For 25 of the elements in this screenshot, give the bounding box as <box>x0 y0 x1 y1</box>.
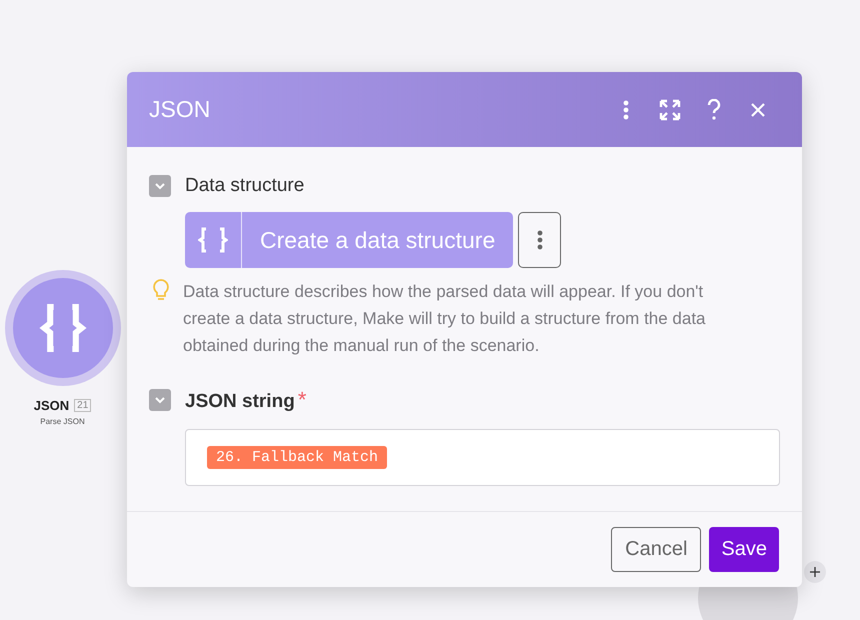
module-subtitle: Parse JSON <box>40 417 85 426</box>
more-icon <box>623 100 629 120</box>
module-title: JSON <box>34 398 70 413</box>
add-button[interactable] <box>804 561 826 583</box>
dialog-title: JSON <box>149 96 212 123</box>
close-icon <box>750 102 766 118</box>
braces-icon <box>198 227 228 253</box>
cancel-button[interactable]: Cancel <box>611 527 702 572</box>
section-label: Data structure <box>185 175 304 197</box>
collapse-toggle[interactable] <box>149 175 171 197</box>
more-icon <box>536 230 543 250</box>
help-icon <box>707 98 721 120</box>
save-button[interactable]: Save <box>709 527 779 572</box>
collapse-toggle[interactable] <box>149 389 171 411</box>
plus-icon <box>810 567 820 577</box>
expand-icon <box>659 98 681 120</box>
hint-text: Data structure describes how the parsed data will appear. If you don't create a data structure, Make will try to build a structure from the data obtained during the manual run of the scenario. <box>183 281 707 357</box>
json-string-field[interactable]: 26. Fallback Match <box>185 429 780 486</box>
required-mark: * <box>298 387 306 413</box>
lightbulb-icon <box>151 278 171 302</box>
mapped-value-token[interactable]: 26. Fallback Match <box>207 446 388 469</box>
module-id-badge: 21 <box>74 399 92 412</box>
create-data-structure-button[interactable]: Create a data structure <box>185 212 514 268</box>
field-label: JSON string <box>185 391 295 413</box>
options-button[interactable] <box>518 212 562 268</box>
